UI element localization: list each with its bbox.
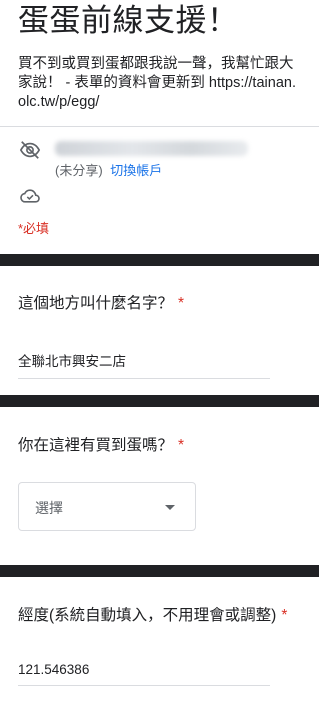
section-gap [0, 395, 319, 407]
not-shared-text: (未分享) [55, 163, 103, 178]
form-description: 買不到或買到蛋都跟我說一聲，我幫忙跟大家說！ - 表單的資料會更新到 https… [18, 56, 296, 110]
select-placeholder: 選擇 [35, 500, 63, 516]
question-bought-eggs: 你在這裡有買到蛋嗎？ * 選擇 [0, 407, 319, 565]
form-title: 蛋蛋前線支援！ [18, 3, 239, 38]
account-row: (未分享) 切換帳戶 [0, 127, 319, 183]
question-title-text: 經度(系統自動填入，不用理會或調整) [18, 607, 277, 624]
question-title: 這個地方叫什麼名字？ * [18, 294, 184, 314]
required-star: * [281, 607, 288, 624]
section-gap [0, 565, 319, 577]
longitude-input[interactable]: 121.546386 [18, 662, 270, 686]
question-title-text: 你在這裡有買到蛋嗎？ [18, 437, 174, 454]
account-email-blurred [55, 141, 248, 156]
bought-eggs-select[interactable]: 選擇 [18, 482, 196, 531]
question-title: 你在這裡有買到蛋嗎？ * [18, 436, 184, 456]
section-gap [0, 254, 319, 266]
question-place-name: 這個地方叫什麼名字？ * 全聯北市興安二店 [0, 266, 319, 395]
switch-account-link[interactable]: 切換帳戶 [110, 163, 162, 178]
required-star: * [178, 437, 185, 454]
question-title-text: 這個地方叫什麼名字？ [18, 295, 174, 312]
save-status-row [0, 183, 319, 213]
question-longitude: 經度(系統自動填入，不用理會或調整) * 121.546386 [0, 577, 319, 707]
form-header: 蛋蛋前線支援！ 買不到或買到蛋都跟我說一聲，我幫忙跟大家說！ - 表單的資料會更… [0, 2, 319, 112]
account-share-line: (未分享) 切換帳戶 [55, 160, 162, 179]
google-form-page: 蛋蛋前線支援！ 買不到或買到蛋都跟我說一聲，我幫忙跟大家說！ - 表單的資料會更… [0, 0, 319, 724]
dropdown-caret-icon [165, 505, 175, 510]
question-title: 經度(系統自動填入，不用理會或調整) * [18, 606, 287, 626]
cloud-saved-icon [20, 189, 40, 203]
required-note: *必填 [18, 221, 50, 236]
place-name-input[interactable]: 全聯北市興安二店 [18, 350, 270, 379]
eye-off-icon [19, 141, 41, 159]
required-star: * [178, 295, 185, 312]
